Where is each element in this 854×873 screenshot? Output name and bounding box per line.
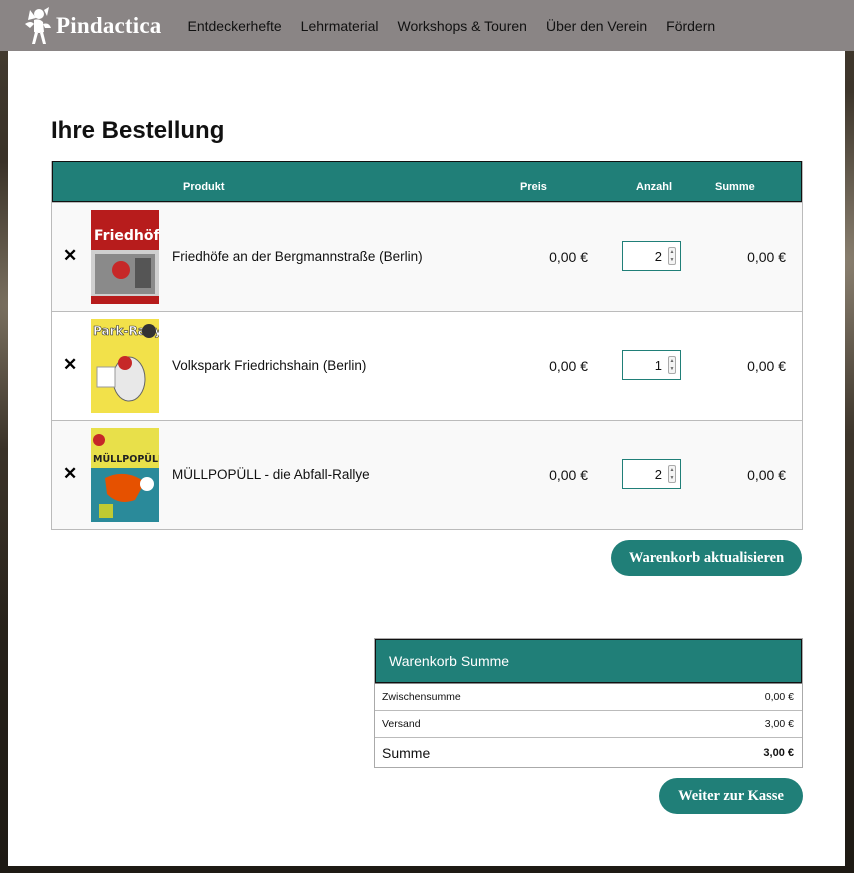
stepper-arrows[interactable]: ▲ ▼: [668, 356, 676, 374]
quantity-value: 1: [654, 357, 662, 373]
remove-item-icon[interactable]: ✕: [63, 465, 77, 482]
thumbnail-title: Friedhöfe: [94, 228, 159, 244]
sum-value: 3,00 €: [763, 746, 794, 759]
sum-row: Summe 3,00 €: [375, 737, 802, 767]
top-navigation-bar: Pindactica Entdeckerhefte Lehrmaterial W…: [0, 0, 854, 51]
stepper-arrows[interactable]: ▲ ▼: [668, 465, 676, 483]
subtotal-value: 0,00 €: [764, 691, 794, 703]
table-row: ✕ Friedhöfe Friedhöfe an der Bergmannstr…: [52, 202, 802, 311]
nav-item-entdeckerhefte[interactable]: Entdeckerhefte: [188, 18, 282, 34]
subtotal-label: Zwischensumme: [382, 691, 461, 703]
product-link[interactable]: Friedhöfe an der Bergmannstraße (Berlin): [172, 249, 423, 264]
arrow-down-icon[interactable]: ▼: [669, 474, 675, 482]
product-price: 0,00 €: [549, 249, 588, 265]
arrow-up-icon[interactable]: ▲: [669, 248, 675, 256]
cart-totals: Warenkorb Summe Zwischensumme 0,00 € Ver…: [374, 638, 803, 768]
arrow-up-icon[interactable]: ▲: [669, 466, 675, 474]
table-row: ✕ MÜLLPOPÜLL MÜLLPOPÜLL - die Abfall-Ral…: [52, 420, 802, 529]
nav-item-lehrmaterial[interactable]: Lehrmaterial: [301, 18, 379, 34]
product-link[interactable]: MÜLLPOPÜLL - die Abfall-Rallye: [172, 467, 370, 482]
fairy-logo-icon: [25, 6, 51, 44]
shipping-label: Versand: [382, 718, 421, 730]
remove-item-icon[interactable]: ✕: [63, 356, 77, 373]
product-link[interactable]: Volkspark Friedrichshain (Berlin): [172, 358, 366, 373]
product-thumbnail[interactable]: Park-Rallye: [91, 319, 159, 413]
arrow-down-icon[interactable]: ▼: [669, 256, 675, 264]
checkout-button[interactable]: Weiter zur Kasse: [659, 778, 803, 814]
cart-table-header: Produkt Preis Anzahl Summe: [52, 161, 802, 202]
product-price: 0,00 €: [549, 467, 588, 483]
arrow-up-icon[interactable]: ▲: [669, 357, 675, 365]
row-total: 0,00 €: [747, 358, 786, 374]
nav-item-foerdern[interactable]: Fördern: [666, 18, 715, 34]
header-quantity: Anzahl: [636, 181, 673, 193]
site-logo[interactable]: Pindactica: [22, 6, 162, 46]
remove-item-icon[interactable]: ✕: [63, 247, 77, 264]
row-total: 0,00 €: [747, 249, 786, 265]
shipping-row: Versand 3,00 €: [375, 710, 802, 737]
subtotal-row: Zwischensumme 0,00 €: [375, 683, 802, 710]
nav-item-verein[interactable]: Über den Verein: [546, 18, 647, 34]
stepper-arrows[interactable]: ▲ ▼: [668, 247, 676, 265]
row-total: 0,00 €: [747, 467, 786, 483]
main-menu: Entdeckerhefte Lehrmaterial Workshops & …: [188, 18, 735, 34]
quantity-stepper[interactable]: 2 ▲ ▼: [622, 459, 681, 489]
quantity-value: 2: [654, 466, 662, 482]
update-cart-button[interactable]: Warenkorb aktualisieren: [611, 540, 802, 576]
nav-item-workshops[interactable]: Workshops & Touren: [398, 18, 527, 34]
table-row: ✕ Park-Rallye Volkspark Friedrichshain (…: [52, 311, 802, 420]
quantity-value: 2: [654, 248, 662, 264]
arrow-down-icon[interactable]: ▼: [669, 365, 675, 373]
header-total: Summe: [715, 181, 755, 193]
product-thumbnail[interactable]: Friedhöfe: [91, 210, 159, 304]
product-price: 0,00 €: [549, 358, 588, 374]
cart-totals-title: Warenkorb Summe: [375, 639, 802, 683]
brand-name: Pindactica: [56, 12, 162, 38]
header-price: Preis: [520, 181, 547, 193]
quantity-stepper[interactable]: 1 ▲ ▼: [622, 350, 681, 380]
product-thumbnail[interactable]: MÜLLPOPÜLL: [91, 428, 159, 522]
header-product: Produkt: [183, 181, 225, 193]
quantity-stepper[interactable]: 2 ▲ ▼: [622, 241, 681, 271]
shipping-value: 3,00 €: [764, 718, 794, 730]
main-content: Ihre Bestellung Produkt Preis Anzahl Sum…: [8, 51, 845, 866]
thumbnail-title: MÜLLPOPÜLL: [93, 454, 159, 465]
cart-table: Produkt Preis Anzahl Summe ✕ Friedhöfe F…: [51, 161, 803, 530]
sum-label: Summe: [382, 744, 431, 761]
page-title: Ihre Bestellung: [51, 117, 225, 144]
